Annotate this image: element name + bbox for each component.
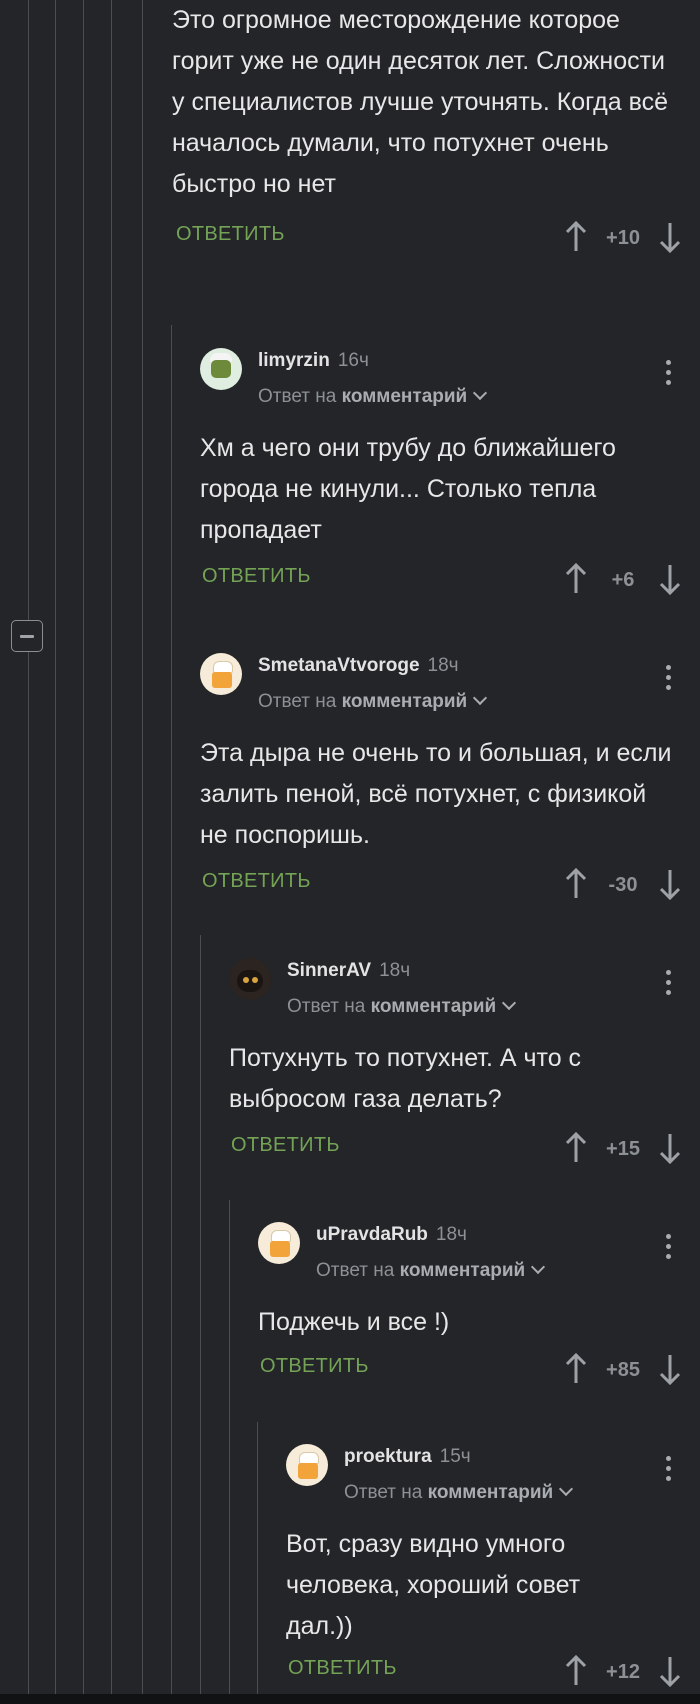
comment: SmetanaVtvoroge 18ч Ответ на комментарий … xyxy=(200,643,700,906)
reply-to-link[interactable]: Ответ на комментарий xyxy=(258,690,488,713)
downvote-arrow-icon[interactable] xyxy=(658,563,682,596)
downvote-arrow-icon[interactable] xyxy=(658,1655,682,1688)
upvote-arrow-icon[interactable] xyxy=(564,1654,588,1687)
comment-body: Это огромное месторождение которое горит… xyxy=(172,6,669,198)
comment-score: +85 xyxy=(606,1359,640,1381)
reply-button[interactable]: ОТВЕТИТЬ xyxy=(260,1355,369,1378)
reply-to-link[interactable]: Ответ на комментарий xyxy=(258,385,488,408)
comment: SinnerAV 18ч Ответ на комментарий Потухну… xyxy=(229,948,700,1170)
comment-score: +6 xyxy=(611,569,635,591)
username[interactable]: SinnerAV 18ч xyxy=(287,960,410,982)
comment-header: SinnerAV 18ч Ответ на комментарий xyxy=(229,948,700,1018)
comment-body: Поджечь и все !) xyxy=(258,1308,450,1336)
upvote-arrow-icon[interactable] xyxy=(564,220,588,253)
username[interactable]: proektura 15ч xyxy=(344,1446,471,1468)
reply-button[interactable]: ОТВЕТИТЬ xyxy=(176,223,285,246)
comment-actions: ОТВЕТИТЬ +15 xyxy=(229,1126,700,1170)
chevron-down-icon xyxy=(502,995,517,1011)
reply-to-link[interactable]: Ответ на комментарий xyxy=(316,1259,546,1282)
username[interactable]: limyrzin 16ч xyxy=(258,350,369,372)
downvote-arrow-icon[interactable] xyxy=(658,1353,682,1386)
comment-time: 15ч xyxy=(439,1446,471,1467)
avatar[interactable] xyxy=(258,1222,300,1264)
thread-line xyxy=(229,1200,230,1704)
comment-body: Хм а чего они трубу до ближайшего города… xyxy=(200,434,616,544)
chevron-down-icon xyxy=(559,1481,574,1497)
vote-control: +85 xyxy=(564,1349,682,1389)
thread-line xyxy=(142,0,143,1704)
bottom-bar xyxy=(0,1694,700,1704)
comment-score: -30 xyxy=(608,874,638,896)
comment: limyrzin 16ч Ответ на комментарий Хм а че… xyxy=(200,338,700,601)
thread-line xyxy=(55,0,56,1704)
reply-button[interactable]: ОТВЕТИТЬ xyxy=(288,1657,397,1680)
vote-control: +15 xyxy=(564,1128,682,1168)
username[interactable]: SmetanaVtvoroge 18ч xyxy=(258,655,459,677)
comment-header: limyrzin 16ч Ответ на комментарий xyxy=(200,338,700,408)
comment-header: proektura 15ч Ответ на комментарий xyxy=(286,1434,700,1504)
comment-score: +10 xyxy=(606,227,640,249)
comment: Это огромное месторождение которое горит… xyxy=(172,0,700,259)
comment-time: 18ч xyxy=(379,960,411,981)
username[interactable]: uPravdaRub 18ч xyxy=(316,1224,467,1246)
thread-line xyxy=(257,1422,258,1704)
comment: proektura 15ч Ответ на комментарий Вот, с… xyxy=(286,1434,700,1693)
reply-button[interactable]: ОТВЕТИТЬ xyxy=(202,870,311,893)
comment-time: 16ч xyxy=(337,350,369,371)
upvote-arrow-icon[interactable] xyxy=(564,562,588,595)
more-options-icon[interactable] xyxy=(666,665,672,695)
comment-actions: ОТВЕТИТЬ +85 xyxy=(258,1347,700,1391)
vote-control: +10 xyxy=(564,217,682,257)
avatar[interactable] xyxy=(229,958,271,1000)
comment-time: 18ч xyxy=(435,1224,467,1245)
downvote-arrow-icon[interactable] xyxy=(658,1132,682,1165)
thread-line xyxy=(171,325,172,1704)
comment-header: uPravdaRub 18ч Ответ на комментарий xyxy=(258,1212,700,1282)
reply-button[interactable]: ОТВЕТИТЬ xyxy=(231,1134,340,1157)
more-options-icon[interactable] xyxy=(666,1234,672,1264)
downvote-arrow-icon[interactable] xyxy=(658,868,682,901)
more-options-icon[interactable] xyxy=(666,970,672,1000)
avatar[interactable] xyxy=(200,348,242,390)
more-options-icon[interactable] xyxy=(666,1456,672,1486)
upvote-arrow-icon[interactable] xyxy=(564,1352,588,1385)
chevron-down-icon xyxy=(531,1259,546,1275)
thread-line xyxy=(83,0,84,1704)
vote-control: +12 xyxy=(564,1651,682,1691)
comment-body: Эта дыра не очень то и большая, и если з… xyxy=(200,739,672,849)
avatar[interactable] xyxy=(200,653,242,695)
reply-button[interactable]: ОТВЕТИТЬ xyxy=(202,565,311,588)
comment-actions: ОТВЕТИТЬ +10 xyxy=(172,215,700,259)
chevron-down-icon xyxy=(473,690,488,706)
comment-header: SmetanaVtvoroge 18ч Ответ на комментарий xyxy=(200,643,700,713)
upvote-arrow-icon[interactable] xyxy=(564,867,588,900)
comment-score: +12 xyxy=(606,1661,640,1683)
more-options-icon[interactable] xyxy=(666,360,672,390)
comment: uPravdaRub 18ч Ответ на комментарий Подже… xyxy=(258,1212,700,1391)
comment-body: Вот, сразу видно умного человека, хороши… xyxy=(286,1530,581,1640)
vote-control: +6 xyxy=(564,559,682,599)
upvote-arrow-icon[interactable] xyxy=(564,1131,588,1164)
avatar[interactable] xyxy=(286,1444,328,1486)
chevron-down-icon xyxy=(473,385,488,401)
thread-line xyxy=(111,0,112,1704)
collapse-thread-button[interactable] xyxy=(11,620,43,652)
vote-control: -30 xyxy=(564,864,682,904)
comment-actions: ОТВЕТИТЬ +12 xyxy=(286,1649,700,1693)
thread-line xyxy=(200,935,201,1704)
comment-actions: ОТВЕТИТЬ -30 xyxy=(200,862,700,906)
comment-score: +15 xyxy=(606,1138,640,1160)
comment-actions: ОТВЕТИТЬ +6 xyxy=(200,557,700,601)
comment-body: Потухнуть то потухнет. А что с выбросом … xyxy=(229,1044,582,1113)
comment-time: 18ч xyxy=(427,655,459,676)
thread-line xyxy=(28,0,29,1704)
downvote-arrow-icon[interactable] xyxy=(658,221,682,254)
reply-to-link[interactable]: Ответ на комментарий xyxy=(344,1481,574,1504)
reply-to-link[interactable]: Ответ на комментарий xyxy=(287,995,517,1018)
